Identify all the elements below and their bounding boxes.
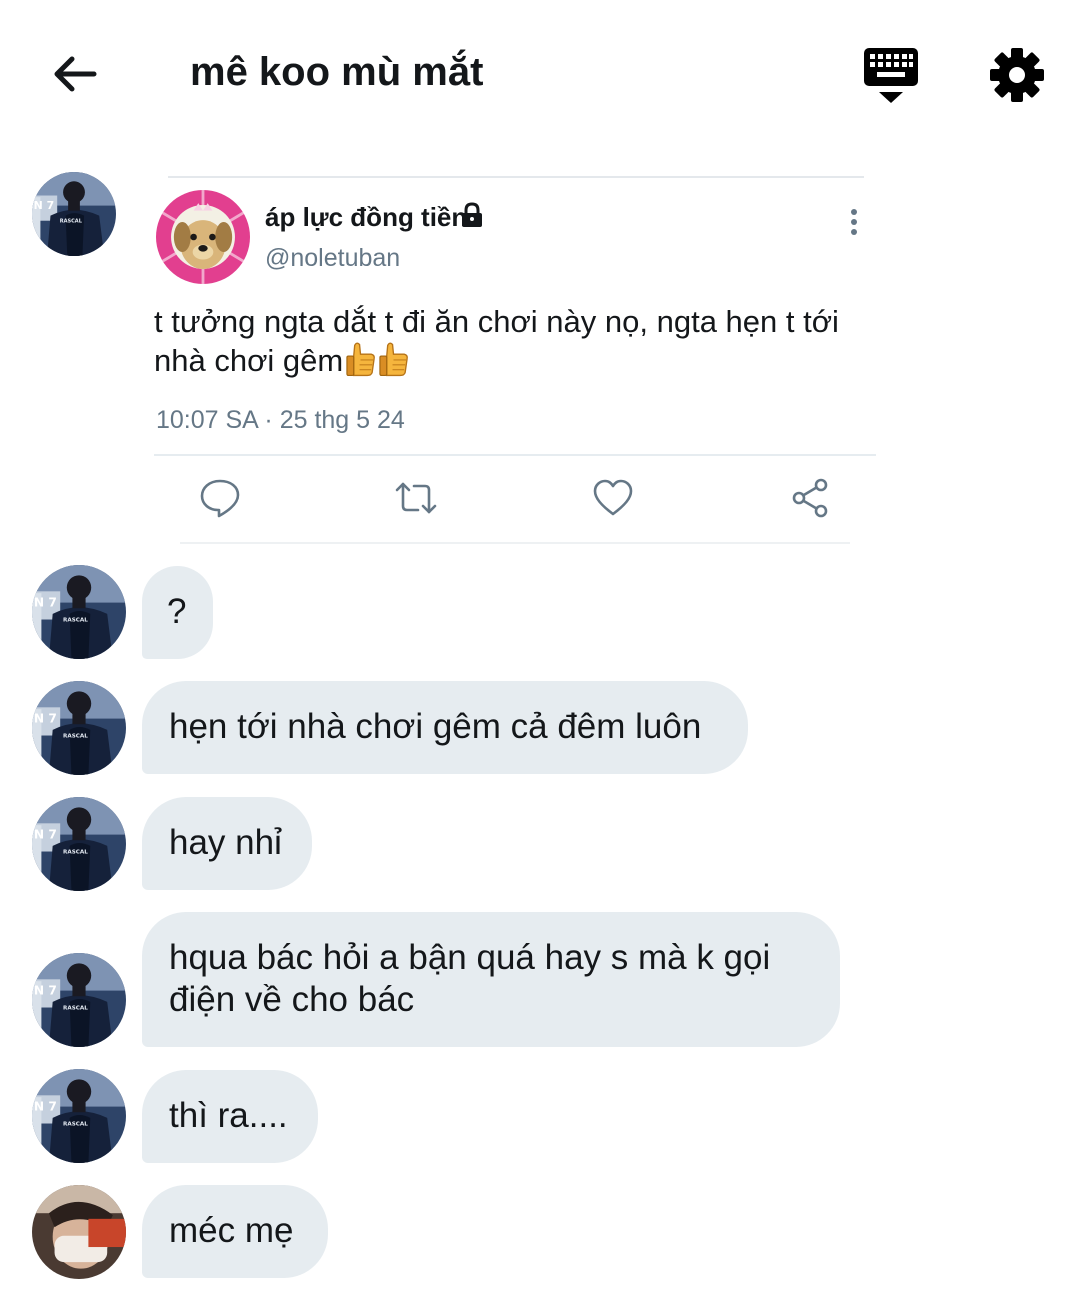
shared-tweet-card[interactable]: áp lực đồng tiền @noletuban t tưởng ngta… xyxy=(154,176,876,544)
top-bar: mê koo mù mắt xyxy=(0,0,1080,150)
tweet-author-handle[interactable]: @noletuban xyxy=(265,244,400,273)
sender-avatar[interactable] xyxy=(32,953,126,1047)
message-text: hẹn tới nhà chơi gêm cả đêm luôn xyxy=(169,707,702,746)
tweet-text-content: t tưởng ngta dắt t đi ăn chơi này nọ, ng… xyxy=(154,304,839,378)
conversation-title: mê koo mù mắt xyxy=(190,50,484,94)
message-bubble[interactable]: hẹn tới nhà chơi gêm cả đêm luôn xyxy=(142,681,748,774)
sender-avatar[interactable] xyxy=(32,565,126,659)
message-bubble[interactable]: hay nhỉ xyxy=(142,797,312,890)
back-arrow-icon[interactable] xyxy=(48,48,100,100)
tweet-author-name[interactable]: áp lực đồng tiền xyxy=(265,202,467,233)
sender-avatar[interactable] xyxy=(32,681,126,775)
lock-icon xyxy=(459,202,485,228)
share-icon[interactable] xyxy=(788,476,832,520)
card-bottom-border xyxy=(180,542,850,544)
thumbs-up-emoji xyxy=(345,341,376,377)
message-bubble[interactable]: méc mẹ xyxy=(142,1185,328,1278)
message-text-line: hqua bác hỏi a bận quá hay s mà k gọi xyxy=(169,938,771,977)
message-text: thì ra.... xyxy=(169,1096,288,1135)
like-icon[interactable] xyxy=(591,476,635,520)
keyboard-icon[interactable] xyxy=(862,46,920,104)
sender-avatar[interactable] xyxy=(32,1185,126,1279)
tweet-divider xyxy=(154,454,876,456)
sender-avatar[interactable] xyxy=(32,172,116,256)
message-bubble[interactable]: ? xyxy=(142,566,213,659)
message-text: ? xyxy=(167,592,187,631)
gear-icon[interactable] xyxy=(988,46,1046,104)
message-bubble[interactable]: thì ra.... xyxy=(142,1070,318,1163)
message-text: hay nhỉ xyxy=(169,823,282,862)
sender-avatar[interactable] xyxy=(32,1069,126,1163)
message-text-line: điện về cho bác xyxy=(169,980,415,1019)
tweet-text: t tưởng ngta dắt t đi ăn chơi này nọ, ng… xyxy=(154,302,884,380)
card-top-border xyxy=(168,176,864,178)
sender-avatar[interactable] xyxy=(32,797,126,891)
message-bubble[interactable]: hqua bác hỏi a bận quá hay s mà k gọi đi… xyxy=(142,912,840,1047)
tweet-author-avatar[interactable] xyxy=(156,190,250,284)
message-text: méc mẹ xyxy=(169,1211,294,1250)
reply-icon[interactable] xyxy=(198,476,242,520)
thumbs-up-emoji xyxy=(378,341,409,377)
tweet-timestamp[interactable]: 10:07 SA · 25 thg 5 24 xyxy=(156,406,405,435)
retweet-icon[interactable] xyxy=(394,476,438,520)
more-options-icon[interactable] xyxy=(840,206,868,240)
